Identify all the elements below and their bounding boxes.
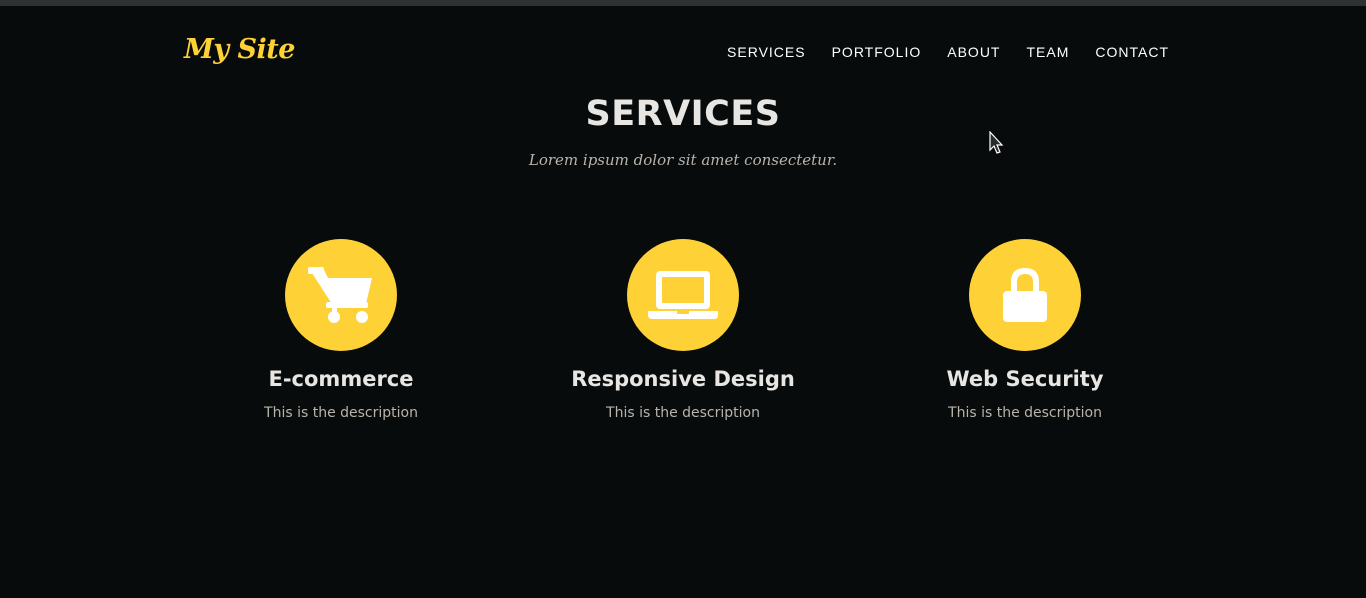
site-brand-logo[interactable]: My Site — [184, 34, 295, 65]
service-description: This is the description — [264, 405, 418, 421]
service-title: E-commerce — [268, 367, 414, 391]
browser-top-bar — [0, 0, 1366, 6]
service-icon-circle — [285, 239, 397, 351]
service-card-web-security: Web Security This is the description — [855, 239, 1195, 421]
section-subheading: Lorem ipsum dolor sit amet consectetur. — [528, 151, 838, 169]
service-description: This is the description — [948, 405, 1102, 421]
service-description: This is the description — [606, 405, 760, 421]
service-title: Responsive Design — [571, 367, 795, 391]
nav-link-services[interactable]: SERVICES — [727, 44, 806, 60]
nav-link-contact[interactable]: CONTACT — [1095, 44, 1169, 60]
nav-link-about[interactable]: ABOUT — [947, 44, 1000, 60]
nav-link-portfolio[interactable]: PORTFOLIO — [832, 44, 922, 60]
mouse-cursor-icon — [989, 131, 1004, 154]
shopping-cart-icon — [308, 267, 372, 323]
lock-icon — [1003, 268, 1047, 322]
service-card-responsive-design: Responsive Design This is the descriptio… — [513, 239, 853, 421]
nav-link-team[interactable]: TEAM — [1026, 44, 1069, 60]
service-icon-circle — [627, 239, 739, 351]
service-icon-circle — [969, 239, 1081, 351]
main-navigation: SERVICES PORTFOLIO ABOUT TEAM CONTACT — [701, 44, 1169, 60]
laptop-icon — [648, 271, 718, 319]
service-title: Web Security — [946, 367, 1104, 391]
section-heading: SERVICES — [585, 94, 781, 134]
service-card-ecommerce: E-commerce This is the description — [171, 239, 511, 421]
